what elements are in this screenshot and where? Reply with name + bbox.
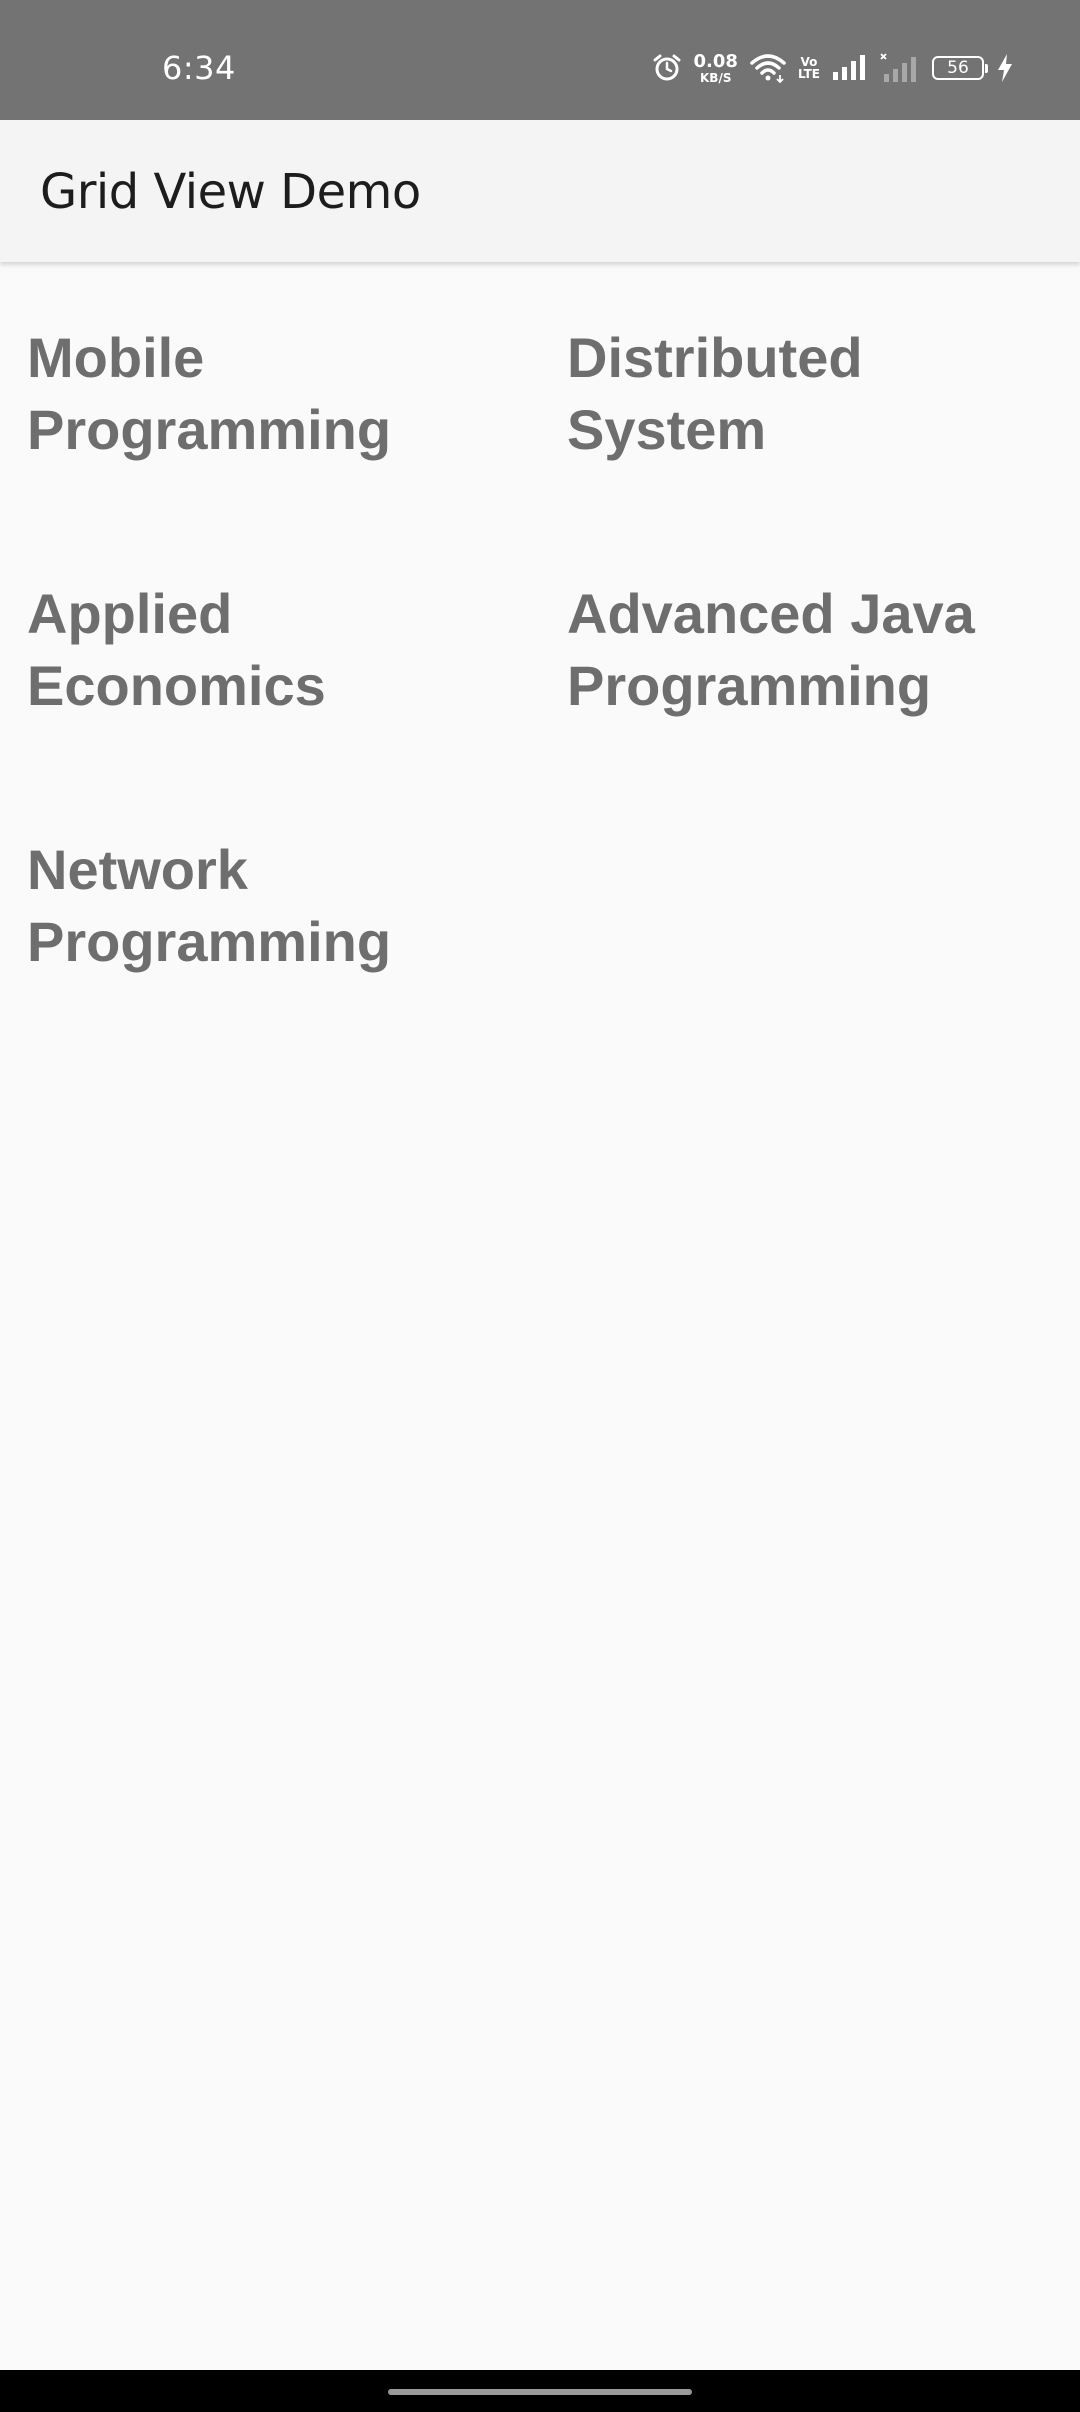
navigation-bar [0,2370,1080,2412]
battery-icon: 56 [932,56,988,80]
status-time: 6:34 [162,49,236,87]
app-bar: Grid View Demo [0,120,1080,262]
signal-off-icon [880,53,920,83]
signal-icon [832,55,868,81]
battery-level: 56 [947,58,969,78]
status-icons: 0.08 KB/S Vo LTE 56 [652,48,1014,88]
grid-view[interactable]: Mobile Programming Distributed System Ap… [0,262,1080,1030]
alarm-icon [652,53,682,83]
volte-bottom: LTE [797,67,820,81]
grid-item-advanced-java-programming[interactable]: Advanced Java Programming [540,518,1080,774]
grid-item-network-programming[interactable]: Network Programming [0,774,540,1030]
grid-item-mobile-programming[interactable]: Mobile Programming [0,262,540,518]
wifi-icon [750,53,786,83]
status-bar: 6:34 0.08 KB/S Vo LTE 56 [0,0,1080,120]
volte-indicator: Vo LTE [798,56,820,80]
grid-item-applied-economics[interactable]: Applied Economics [0,518,540,774]
network-speed-value: 0.08 [693,50,738,72]
network-speed-unit: KB/S [700,70,732,85]
home-gesture-handle[interactable] [388,2389,692,2395]
app-title: Grid View Demo [40,164,421,220]
charging-icon [996,54,1014,82]
grid-item-distributed-system[interactable]: Distributed System [540,262,1080,518]
network-speed: 0.08 KB/S [693,50,738,85]
